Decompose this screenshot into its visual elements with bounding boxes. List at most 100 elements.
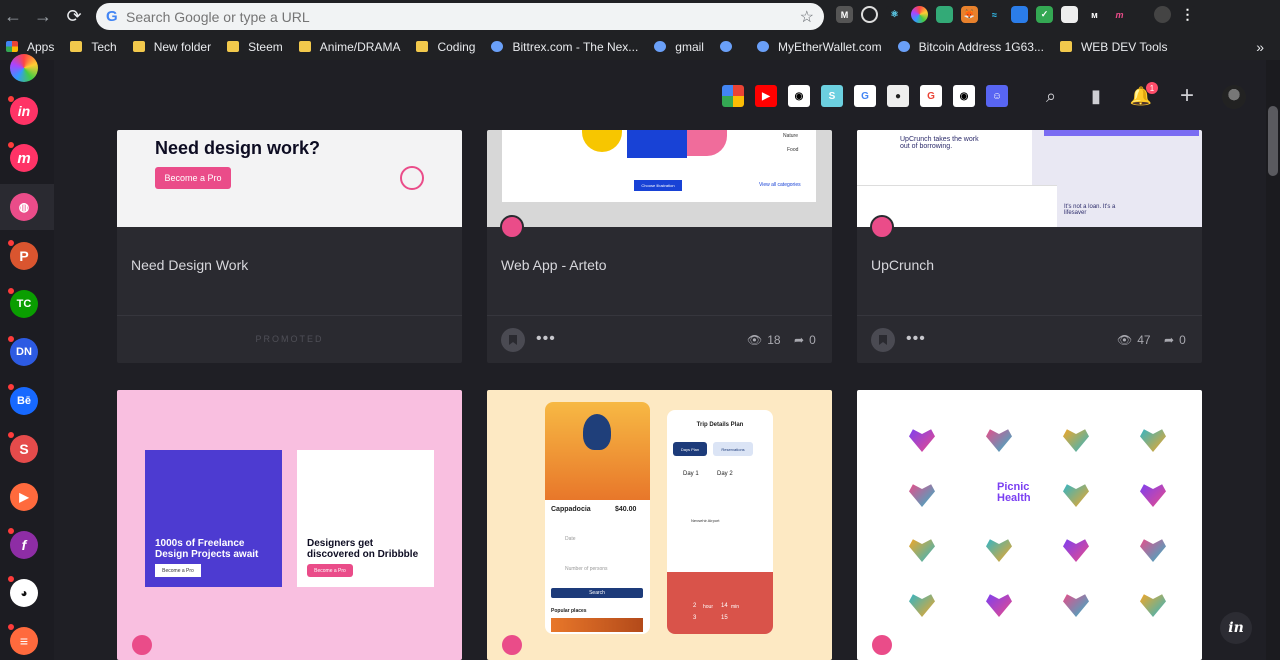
logo-variant-icon	[986, 594, 1012, 617]
shares-count[interactable]: ➦ 0	[794, 333, 816, 347]
dock-dribbble-icon[interactable]: ◍	[10, 193, 38, 221]
dock-lines-icon[interactable]: ≡	[10, 627, 38, 655]
forward-icon[interactable]: →	[32, 5, 54, 27]
shares-count[interactable]: ➦ 0	[1164, 333, 1186, 347]
marvel-extension-icon[interactable]: m	[1111, 6, 1128, 23]
user-avatar[interactable]	[1222, 85, 1246, 109]
fav-avatar-icon[interactable]: ●	[887, 85, 909, 107]
bookmark-label: gmail	[675, 39, 704, 54]
fav-github2-icon[interactable]: ◉	[953, 85, 975, 107]
thumb-tab-days: Days Plan	[673, 442, 707, 456]
logo-variant-icon	[1063, 594, 1089, 617]
bookmark-item[interactable]: Steem	[227, 40, 283, 54]
dock-panda-icon[interactable]: ◕	[10, 579, 38, 607]
scrollbar-thumb[interactable]	[1268, 106, 1278, 176]
folder-icon	[227, 41, 240, 52]
bookmark-item[interactable]: New folder	[132, 40, 211, 54]
shot-card-dribbble-pro[interactable]: 1000s of Freelance Design Projects await…	[117, 390, 462, 660]
shot-card-upcrunch[interactable]: UpCrunch takes the work out of borrowing…	[857, 130, 1202, 363]
dock-slides-icon[interactable]: S	[10, 435, 38, 463]
card-title[interactable]: UpCrunch	[871, 257, 934, 273]
card-title[interactable]: Need Design Work	[131, 257, 248, 273]
shot-card-picnic-logos[interactable]: Picnic Health	[857, 390, 1202, 660]
save-bookmark-button[interactable]	[871, 328, 895, 352]
bookmarks-overflow-icon[interactable]: »	[1256, 39, 1264, 55]
dock-producthunt-icon[interactable]: P	[10, 242, 38, 270]
react-extension-icon[interactable]: ⚛	[886, 6, 903, 23]
medium-extension-icon[interactable]: M	[836, 6, 853, 23]
save-bookmark-button[interactable]	[501, 328, 525, 352]
search-icon[interactable]: ⌕	[1040, 85, 1062, 107]
dock-play-icon[interactable]: ▶	[10, 483, 38, 511]
color-extension-icon[interactable]	[911, 6, 928, 23]
doc-extension-icon[interactable]	[1011, 6, 1028, 23]
fav-s-icon[interactable]: S	[821, 85, 843, 107]
dribbble-ball-icon	[130, 633, 154, 657]
menu-dots-icon[interactable]: ⋮	[1179, 6, 1196, 23]
logo-variant-icon	[1140, 484, 1166, 507]
eye-icon: 👁	[1117, 333, 1133, 347]
bookmark-label: MyEtherWallet.com	[777, 39, 882, 54]
bookmark-item[interactable]: Bitcoin Address 1G63...	[897, 40, 1044, 54]
bookmark-item[interactable]: WEB DEV Tools	[1059, 40, 1167, 54]
more-options-icon[interactable]: •••	[906, 330, 926, 348]
dock-f-icon[interactable]: f	[10, 531, 38, 559]
thumb-left-heading: 1000s of Freelance Design Projects await	[155, 538, 259, 560]
bookmark-item[interactable]: Anime/DRAMA	[298, 40, 400, 54]
invision-float-button[interactable]: in	[1220, 612, 1252, 644]
screen-extension-icon[interactable]	[1061, 6, 1078, 23]
reload-icon[interactable]: ⟳	[63, 5, 85, 27]
fav-google-icon[interactable]: G	[854, 85, 876, 107]
back-icon[interactable]: ←	[2, 5, 24, 27]
metamask-extension-icon[interactable]: 🦊	[961, 6, 978, 23]
bookmark-item[interactable]: Tech	[70, 40, 117, 54]
plus-icon[interactable]: +	[1176, 82, 1198, 109]
shot-card-web-app-arteto[interactable]: Nature Food Choose Illustration View all…	[487, 130, 832, 363]
shot-card-need-design-work[interactable]: Need design work? Become a Pro Need Desi…	[117, 130, 462, 363]
more-options-icon[interactable]: •••	[536, 330, 556, 348]
wave-extension-icon[interactable]: ≈	[986, 6, 1003, 23]
star-icon[interactable]: ☆	[800, 7, 814, 27]
bookmark-item[interactable]: gmail	[654, 40, 704, 54]
shot-card-travel-app[interactable]: Cappadocia $40.00 Date Number of persons…	[487, 390, 832, 660]
fav-google2-icon[interactable]: G	[920, 85, 942, 107]
eye-icon: 👁	[747, 333, 763, 347]
thumb-min-next: 15	[721, 615, 728, 621]
shield-extension-icon[interactable]: ✓	[1036, 6, 1053, 23]
bookmark-item[interactable]: Bittrex.com - The Nex...	[491, 40, 638, 54]
bookmark-item[interactable]: MyEtherWallet.com	[756, 39, 882, 54]
search-input[interactable]	[126, 8, 786, 25]
profile-avatar-icon[interactable]	[1154, 6, 1171, 23]
thumb-price: $40.00	[615, 506, 637, 513]
thumb-left-button: Become a Pro	[155, 564, 201, 577]
thumb-heading: UpCrunch takes the work out of borrowing…	[900, 136, 979, 150]
dock-behance-icon[interactable]: Bē	[10, 387, 38, 415]
dock-designernews-icon[interactable]: DN	[10, 338, 38, 366]
dribbble-ball-icon	[500, 633, 524, 657]
omnibox[interactable]: G ☆	[96, 3, 824, 30]
bookmark-item[interactable]: Coding	[416, 40, 475, 54]
google-icon: G	[106, 8, 118, 25]
thumb-nature-label: Nature	[783, 133, 799, 139]
fav-apps-icon[interactable]	[722, 85, 744, 107]
bookmark-item[interactable]: Apps	[6, 40, 54, 54]
dock-invision-icon[interactable]: in	[10, 97, 38, 125]
dock-marvel-icon[interactable]: m	[10, 144, 38, 172]
dock-techcrunch-icon[interactable]: TC	[10, 290, 38, 318]
bookmark-item[interactable]	[719, 41, 741, 52]
shot-thumbnail[interactable]: Need design work? Become a Pro	[117, 130, 462, 227]
shot-thumbnail[interactable]: UpCrunch takes the work out of borrowing…	[857, 130, 1202, 227]
fav-discord-icon[interactable]: ☺	[986, 85, 1008, 107]
bookmark-icon[interactable]: ▮	[1085, 85, 1107, 107]
card-title[interactable]: Web App - Arteto	[501, 257, 607, 273]
globe-extension-icon[interactable]	[936, 6, 953, 23]
thumb-right-button: Become a Pro	[307, 564, 353, 577]
dock-rainbow-app-icon[interactable]	[10, 54, 38, 82]
shot-thumbnail[interactable]: Nature Food Choose Illustration View all…	[487, 130, 832, 227]
app-header: ▶ ◉ S G ● G ◉ ☺ ⌕ ▮ 🔔 +	[54, 60, 1266, 130]
fav-github-icon[interactable]: ◉	[788, 85, 810, 107]
fav-youtube-icon[interactable]: ▶	[755, 85, 777, 107]
m-extension-icon[interactable]: м	[1086, 6, 1103, 23]
card-divider	[117, 315, 462, 316]
target-extension-icon[interactable]	[861, 6, 878, 23]
